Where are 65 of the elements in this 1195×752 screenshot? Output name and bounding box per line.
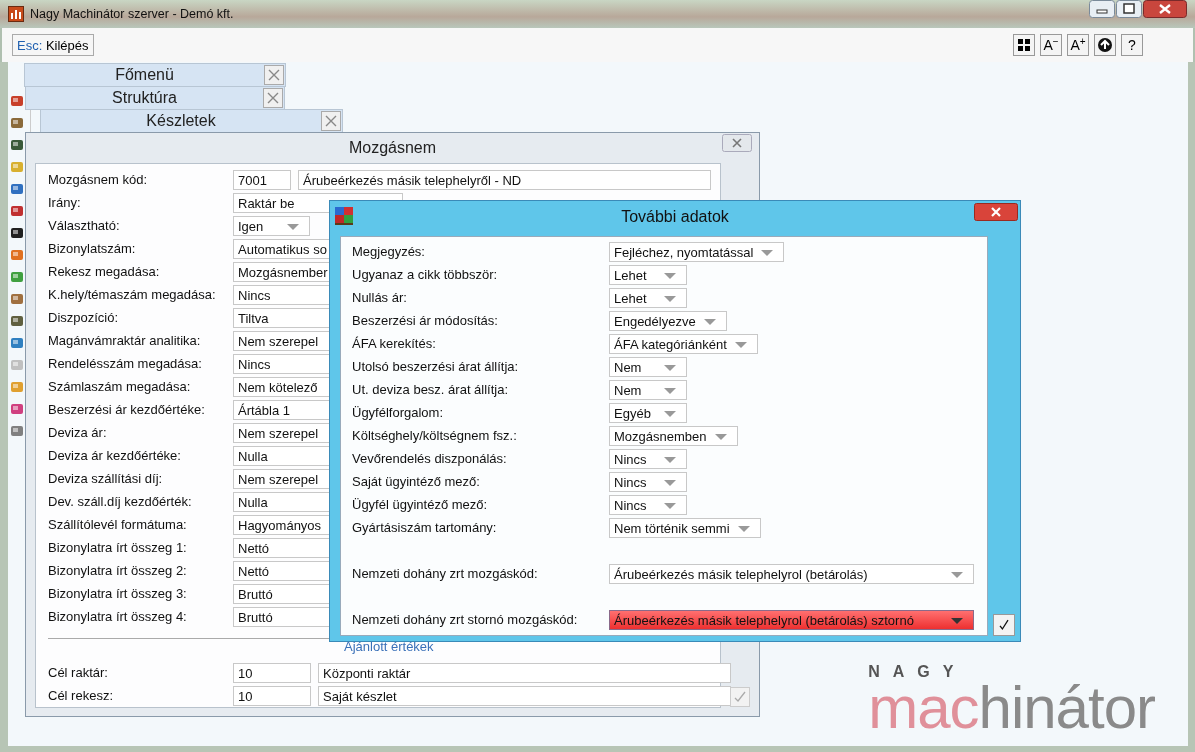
field-label: Irány:: [48, 195, 82, 210]
code-field[interactable]: 10: [233, 685, 311, 706]
dialog-title: Mozgásnem: [348, 139, 437, 157]
dropdown[interactable]: Nem: [609, 379, 687, 400]
font-decrease-button[interactable]: A$^{−}$: [1040, 34, 1062, 56]
field-label: Bizonylatszám:: [48, 241, 137, 256]
dropdown[interactable]: Lehet: [609, 287, 687, 308]
name-field[interactable]: Központi raktár: [318, 662, 731, 683]
field-label: Magánvámraktár analitika:: [48, 333, 202, 348]
code-field[interactable]: 10: [233, 662, 311, 683]
field-label: Bizonylatra írt összeg 1:: [48, 540, 188, 555]
field-label: Számlaszám megadása:: [48, 379, 192, 394]
field-label: K.hely/témaszám megadása:: [48, 287, 217, 302]
dropdown[interactable]: Nincs: [609, 448, 687, 469]
dropdown[interactable]: Árubeérkezés másik telephelyrol (betárolás): [609, 563, 974, 584]
dropdown[interactable]: Nem történik semmi: [609, 517, 761, 538]
dropdown[interactable]: Nincs: [609, 494, 687, 515]
app-icon: [8, 6, 24, 22]
dropdown[interactable]: Lehet: [609, 264, 687, 285]
logo: NAGY machinátor: [868, 664, 1155, 736]
field-label: Cél raktár:: [48, 665, 109, 680]
field-label: Bizonylatra írt összeg 2:: [48, 563, 188, 578]
field-label: Deviza ár kezdőértéke:: [48, 448, 182, 463]
dialog-title: További adatok: [621, 207, 729, 226]
dropdown[interactable]: Nincs: [609, 471, 687, 492]
dropdown[interactable]: Fejléchez, nyomtatással: [609, 241, 785, 262]
field-label: Szállítólevél formátuma:: [48, 517, 188, 532]
dropdown[interactable]: Árubeérkezés másik telephelyrol (betárolás) sztornó: [609, 609, 974, 630]
grid-icon[interactable]: [1013, 34, 1035, 56]
field-label: Rekesz megadása:: [48, 264, 161, 279]
field-label: Cél rekesz:: [48, 688, 115, 703]
section-title: Ajánlott értékek: [344, 640, 434, 656]
exit-button[interactable]: Esc: Kilépés: [12, 34, 94, 56]
field-label: Bizonylatra írt összeg 4:: [48, 609, 188, 624]
ok-button[interactable]: [993, 614, 1015, 636]
font-increase-button[interactable]: A$^{+}$: [1067, 34, 1089, 56]
help-button[interactable]: ?: [1121, 34, 1143, 56]
name-field[interactable]: Saját készlet: [318, 685, 731, 706]
field-label: Bizonylatra írt összeg 3:: [48, 586, 188, 601]
field-label: Választható:: [48, 218, 121, 233]
field-label: Rendelésszám megadása:: [48, 356, 203, 371]
module-icon[interactable]: [10, 314, 24, 328]
name-field[interactable]: Árubeérkezés másik telephelyről - ND: [298, 169, 711, 190]
field-label: Diszpozíció:: [48, 310, 120, 325]
module-icon[interactable]: [10, 226, 24, 240]
dropdown[interactable]: Nem: [609, 356, 687, 377]
field-label: Dev. száll.díj kezdőérték:: [48, 494, 193, 509]
dropdown[interactable]: ÁFA kategóriánként: [609, 333, 758, 354]
code-field[interactable]: 7001: [233, 169, 291, 190]
close-icon[interactable]: [1143, 0, 1187, 18]
check-icon[interactable]: [730, 687, 750, 707]
dropdown[interactable]: Mozgásnemben: [609, 425, 738, 446]
module-icon[interactable]: [10, 138, 24, 152]
window-title: Nagy Machinátor szerver - Demó kft.: [30, 7, 234, 21]
field-label: Deviza ár:: [48, 425, 108, 440]
maximize-icon[interactable]: [1116, 0, 1142, 18]
field-label: Deviza szállítási díj:: [48, 471, 164, 486]
field-label: Mozgásnem kód:: [48, 172, 148, 187]
close-icon[interactable]: [974, 203, 1018, 221]
cube-icon: [333, 204, 355, 226]
dropdown[interactable]: Egyéb: [609, 402, 687, 423]
dropdown[interactable]: Engedélyezve: [609, 310, 727, 331]
dropdown[interactable]: Igen: [233, 215, 310, 236]
minimize-icon[interactable]: [1089, 0, 1115, 18]
field-label: Beszerzési ár kezdőértéke:: [48, 402, 206, 417]
